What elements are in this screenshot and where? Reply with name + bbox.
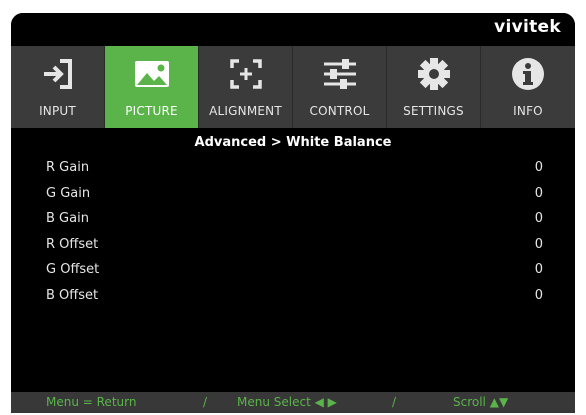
setting-label: G Offset — [46, 262, 100, 277]
tab-input-label: INPUT — [39, 104, 76, 118]
menu-content: Advanced > White Balance R Gain 0 G Gain… — [11, 128, 575, 392]
setting-value: 0 — [534, 262, 543, 277]
setting-value: 0 — [534, 211, 543, 226]
picture-icon — [105, 56, 198, 92]
setting-label: G Gain — [46, 185, 91, 201]
setting-row-g-gain[interactable]: G Gain 0 — [11, 182, 575, 208]
footer-menu-return: Menu = Return — [46, 395, 137, 409]
setting-label: B Gain — [46, 211, 89, 226]
setting-value: 0 — [534, 185, 543, 201]
tab-alignment[interactable]: ALIGNMENT — [199, 46, 293, 128]
setting-row-g-offset[interactable]: G Offset 0 — [11, 258, 575, 284]
settings-list: R Gain 0 G Gain 0 B Gain 0 R Offset 0 G … — [11, 156, 575, 309]
footer-scroll: Scroll ▲▼ — [453, 395, 509, 409]
tab-picture-label: PICTURE — [125, 104, 178, 118]
help-footer: Menu = Return / Menu Select ◀ ▶ / Scroll… — [11, 392, 575, 413]
control-icon — [293, 56, 386, 92]
setting-row-b-offset[interactable]: B Offset 0 — [11, 284, 575, 310]
tab-bar: INPUT PICTURE ALIGNMENT CONTROL SETTINGS… — [11, 46, 575, 128]
setting-label: B Offset — [46, 287, 99, 303]
tab-alignment-label: ALIGNMENT — [209, 104, 282, 118]
setting-label: R Gain — [46, 160, 90, 175]
settings-icon — [387, 56, 480, 92]
setting-value: 0 — [534, 160, 543, 175]
tab-picture[interactable]: PICTURE — [105, 46, 199, 128]
brand-logo: vivitek — [494, 17, 561, 37]
setting-row-b-gain[interactable]: B Gain 0 — [11, 207, 575, 233]
tab-info[interactable]: INFO — [481, 46, 575, 128]
top-bar: vivitek — [11, 13, 575, 46]
footer-menu-select: Menu Select ◀ ▶ — [237, 395, 337, 409]
footer-separator: / — [392, 395, 397, 409]
tab-input[interactable]: INPUT — [11, 46, 105, 128]
tab-control-label: CONTROL — [309, 104, 370, 118]
osd-menu: vivitek INPUT PICTURE ALIGNMENT CONTROL … — [11, 13, 575, 413]
setting-label: R Offset — [46, 236, 99, 252]
tab-settings[interactable]: SETTINGS — [387, 46, 481, 128]
breadcrumb: Advanced > White Balance — [194, 135, 392, 150]
input-icon — [11, 56, 104, 92]
tab-control[interactable]: CONTROL — [293, 46, 387, 128]
tab-info-label: INFO — [513, 104, 543, 118]
setting-row-r-offset[interactable]: R Offset 0 — [11, 233, 575, 259]
tab-settings-label: SETTINGS — [403, 104, 464, 118]
footer-separator: / — [203, 395, 208, 409]
setting-value: 0 — [534, 287, 543, 303]
setting-value: 0 — [534, 236, 543, 252]
alignment-icon — [199, 56, 292, 92]
setting-row-r-gain[interactable]: R Gain 0 — [11, 156, 575, 182]
info-icon — [481, 56, 575, 92]
